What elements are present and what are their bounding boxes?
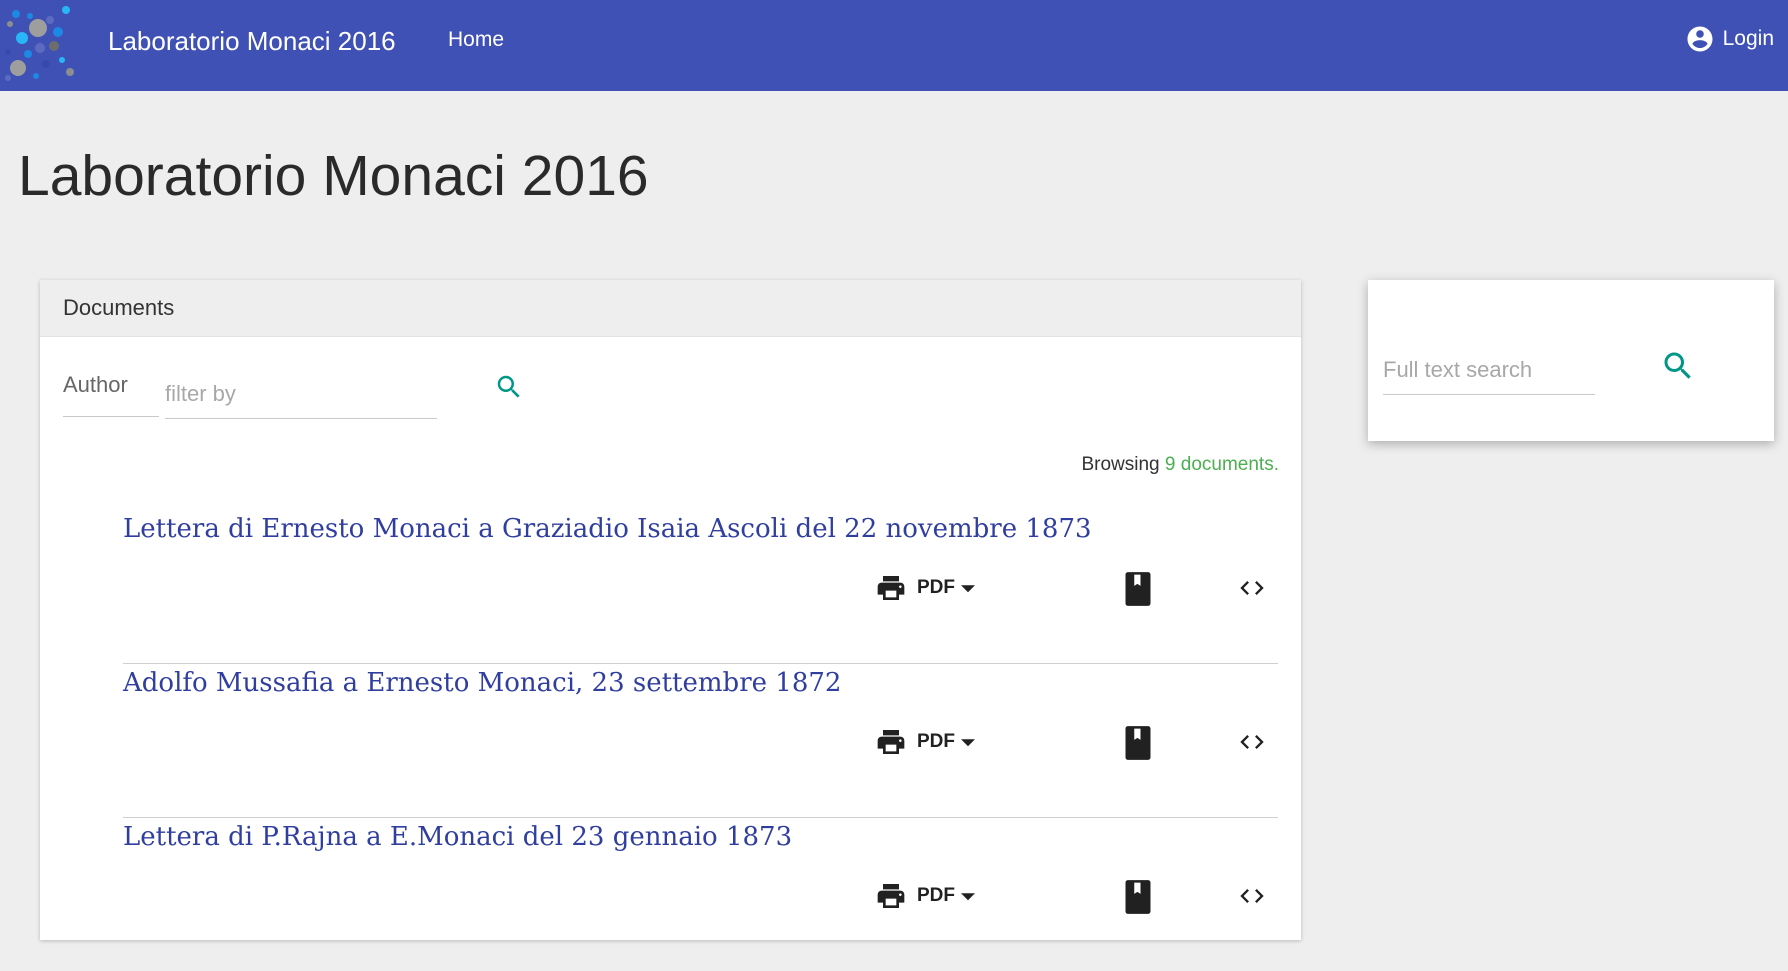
document-actions: PDF [123, 572, 1278, 606]
document-title-link[interactable]: Adolfo Mussafia a Ernesto Monaci, 23 set… [123, 664, 841, 702]
caret-down-icon [961, 585, 975, 593]
book-icon[interactable] [1123, 726, 1153, 760]
nav-home-link[interactable]: Home [448, 26, 504, 54]
document-title-link[interactable]: Lettera di P.Rajna a E.Monaci del 23 gen… [123, 818, 792, 856]
document-actions: PDF [123, 726, 1278, 760]
filter-field-label: Author [63, 372, 128, 397]
app-bar: Laboratorio Monaci 2016 Home Login [0, 0, 1788, 91]
filter-input[interactable] [165, 374, 437, 419]
filter-field-select[interactable]: Author [63, 372, 159, 417]
login-button[interactable]: Login [1685, 24, 1774, 54]
document-list-item: Lettera di Ernesto Monaci a Graziadio Is… [123, 510, 1278, 664]
documents-panel-title: Documents [63, 295, 175, 320]
pdf-label: PDF [917, 885, 955, 906]
book-icon[interactable] [1123, 880, 1153, 914]
page-title: Laboratorio Monaci 2016 [18, 144, 649, 208]
code-brackets-icon[interactable] [1236, 882, 1268, 910]
account-circle-icon [1687, 26, 1713, 52]
logo-icon[interactable] [0, 0, 80, 84]
caret-down-icon [961, 893, 975, 901]
pdf-dropdown-button[interactable]: PDF [875, 572, 975, 604]
document-title-link[interactable]: Lettera di Ernesto Monaci a Graziadio Is… [123, 510, 1092, 548]
browsing-prefix: Browsing [1081, 454, 1160, 475]
printer-icon [877, 576, 905, 600]
caret-down-icon [961, 739, 975, 747]
printer-icon [877, 730, 905, 754]
pdf-label: PDF [917, 731, 955, 752]
document-list: Lettera di Ernesto Monaci a Graziadio Is… [123, 510, 1278, 971]
pdf-dropdown-button[interactable]: PDF [875, 880, 975, 912]
browsing-count-value: 9 documents. [1164, 454, 1279, 475]
full-text-search-icon[interactable] [1660, 348, 1696, 384]
full-text-search-panel [1368, 280, 1774, 441]
browsing-count: Browsing 9 documents. [1081, 454, 1279, 476]
documents-panel-header: Documents [40, 280, 1301, 337]
full-text-search-input[interactable] [1383, 350, 1595, 395]
book-icon[interactable] [1123, 572, 1153, 606]
pdf-label: PDF [917, 577, 955, 598]
document-list-item: Adolfo Mussafia a Ernesto Monaci, 23 set… [123, 664, 1278, 818]
document-list-item: Lettera di P.Rajna a E.Monaci del 23 gen… [123, 818, 1278, 971]
code-brackets-icon[interactable] [1236, 574, 1268, 602]
login-label: Login [1722, 27, 1774, 50]
documents-panel: Documents Author Browsing 9 documents. L… [40, 280, 1301, 940]
app-title[interactable]: Laboratorio Monaci 2016 [108, 24, 396, 58]
pdf-dropdown-button[interactable]: PDF [875, 726, 975, 758]
printer-icon [877, 884, 905, 908]
filter-search-icon[interactable] [494, 372, 524, 402]
code-brackets-icon[interactable] [1236, 728, 1268, 756]
document-actions: PDF [123, 880, 1278, 914]
